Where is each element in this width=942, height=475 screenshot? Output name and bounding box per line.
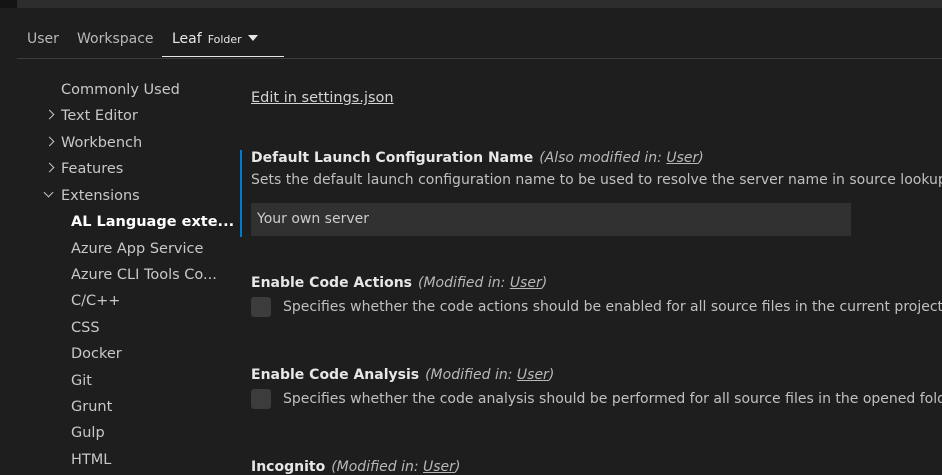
toc-item-extensions[interactable]: Extensions — [43, 184, 140, 208]
setting-enable-code-analysis: Enable Code Analysis (Modified in: User) … — [251, 367, 942, 409]
modified-prefix: (Also modified in: — [539, 150, 667, 166]
edit-in-settings-json-link[interactable]: Edit in settings.json — [251, 90, 394, 106]
modified-in-user-link[interactable]: User — [666, 150, 698, 166]
setting-title: Enable Code Actions — [251, 275, 412, 291]
toc-item-html[interactable]: HTML — [71, 448, 111, 472]
modified-in-user-link[interactable]: User — [517, 367, 549, 383]
setting-description: Specifies whether the code analysis shou… — [283, 391, 942, 407]
toc-item-azure-app-service[interactable]: Azure App Service — [71, 237, 203, 261]
toc-item-al-language[interactable]: AL Language exte... — [71, 210, 234, 234]
toc-item-label: Azure App Service — [71, 241, 204, 257]
chevron-right-icon — [44, 109, 55, 120]
setting-checkbox-row: Specifies whether the code actions shoul… — [251, 297, 942, 317]
settings-editor-content: Edit in settings.json Default Launch Con… — [240, 0, 942, 475]
modified-suffix: ) — [541, 275, 548, 291]
modified-prefix: (Modified in: — [418, 275, 510, 291]
setting-default-launch-configuration-name: Default Launch Configuration Name (Also m… — [251, 150, 942, 188]
enable-code-analysis-checkbox[interactable] — [251, 389, 271, 409]
modified-prefix: (Modified in: — [331, 459, 424, 475]
setting-description: Specifies whether the code actions shoul… — [283, 299, 942, 315]
default-launch-configuration-name-input[interactable]: Your own server — [251, 203, 851, 236]
setting-title: Enable Code Analysis — [251, 367, 420, 383]
tab-folder-label: Leaf — [172, 31, 202, 47]
setting-title-row: Incognito (Modified in: User) — [251, 459, 942, 475]
tab-folder-sublabel: Folder — [207, 33, 242, 46]
modified-suffix: ) — [454, 459, 461, 475]
setting-title: Incognito — [251, 459, 326, 475]
toc-item-label: Extensions — [61, 188, 140, 204]
toc-item-label: Commonly Used — [61, 82, 180, 98]
modified-in-user-link[interactable]: User — [423, 459, 455, 475]
tab-user[interactable]: User — [27, 31, 59, 47]
modified-suffix: ) — [698, 150, 704, 166]
setting-checkbox-row: Specifies whether the code analysis shou… — [251, 389, 942, 409]
toc-item-label: CSS — [71, 320, 100, 336]
toc-item-git[interactable]: Git — [71, 369, 92, 393]
toc-item-label: C/C++ — [71, 293, 121, 309]
setting-title-row: Default Launch Configuration Name (Also m… — [251, 150, 942, 166]
setting-modified-note: (Modified in: User) — [331, 459, 460, 475]
toc-item-css[interactable]: CSS — [71, 316, 100, 340]
toc-item-azure-cli-tools[interactable]: Azure CLI Tools Co... — [71, 263, 217, 287]
edit-in-settings-json-row: Edit in settings.json — [251, 87, 394, 106]
toc-item-label: Grunt — [71, 399, 113, 415]
chevron-right-icon — [44, 162, 55, 173]
toc-item-label: AL Language exte... — [71, 214, 235, 230]
toc-item-text-editor[interactable]: Text Editor — [44, 104, 138, 128]
modified-suffix: ) — [548, 367, 555, 383]
toc-item-label: Text Editor — [61, 108, 138, 124]
toc-item-label: HTML — [71, 452, 112, 468]
toc-item-features[interactable]: Features — [44, 157, 124, 181]
toc-item-workbench[interactable]: Workbench — [44, 131, 143, 155]
setting-enable-code-actions: Enable Code Actions (Modified in: User) S… — [251, 275, 942, 317]
toc-item-docker[interactable]: Docker — [71, 342, 122, 366]
modified-in-user-link[interactable]: User — [510, 275, 542, 291]
setting-modified-note: (Modified in: User) — [418, 275, 547, 291]
enable-code-actions-checkbox[interactable] — [251, 297, 271, 317]
setting-modified-note: (Modified in: User) — [425, 367, 554, 383]
toc-item-label: Git — [71, 373, 92, 389]
toc-item-label: Features — [61, 161, 124, 177]
setting-title: Default Launch Configuration Name — [251, 150, 534, 166]
toc-item-gulp[interactable]: Gulp — [71, 421, 105, 445]
modified-prefix: (Modified in: — [425, 367, 517, 383]
chevron-down-icon — [43, 187, 54, 198]
toc-item-label: Docker — [71, 346, 122, 362]
toc-item-label: Workbench — [61, 135, 143, 151]
focused-setting-indicator — [240, 150, 242, 237]
toc-item-commonly-used[interactable]: Commonly Used — [61, 78, 180, 102]
chevron-right-icon — [44, 136, 55, 147]
setting-title-row: Enable Code Analysis (Modified in: User) — [251, 367, 942, 383]
setting-title-row: Enable Code Actions (Modified in: User) — [251, 275, 942, 291]
toc-item-c-cpp[interactable]: C/C++ — [71, 289, 120, 313]
tab-workspace[interactable]: Workspace — [77, 31, 154, 47]
toc-item-label: Azure CLI Tools Co... — [71, 267, 217, 283]
setting-modified-note: (Also modified in: User) — [539, 150, 704, 166]
setting-incognito: Incognito (Modified in: User) — [251, 459, 942, 475]
toc-item-grunt[interactable]: Grunt — [71, 395, 112, 419]
toc-item-label: Gulp — [71, 425, 105, 441]
setting-description: Sets the default launch configuration na… — [251, 172, 942, 188]
